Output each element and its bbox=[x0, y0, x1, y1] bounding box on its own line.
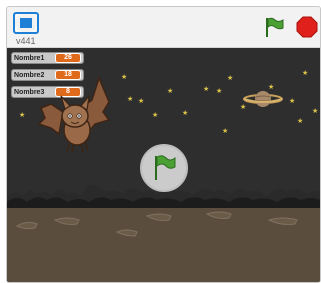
star: ★ bbox=[138, 98, 145, 105]
green-flag-button[interactable] bbox=[263, 16, 285, 38]
star: ★ bbox=[182, 110, 189, 117]
green-flag-icon bbox=[266, 17, 284, 37]
star: ★ bbox=[203, 86, 210, 93]
star: ★ bbox=[227, 75, 234, 82]
stage[interactable]: ★ ★ ★ ★ ★ ★ ★ ★ ★ ★ ★ ★ ★ ★ ★ ★ ★ Nombre… bbox=[7, 48, 320, 282]
star: ★ bbox=[167, 88, 174, 95]
star: ★ bbox=[152, 112, 159, 119]
star: ★ bbox=[289, 98, 296, 105]
star: ★ bbox=[127, 96, 134, 103]
player-toolbar: v441 bbox=[7, 7, 320, 48]
version-label: v441 bbox=[16, 36, 36, 46]
green-flag-start-button[interactable] bbox=[140, 144, 188, 192]
stop-icon bbox=[296, 16, 318, 38]
fullscreen-icon[interactable] bbox=[13, 12, 39, 34]
variable-name: Nombre1 bbox=[14, 54, 45, 62]
star: ★ bbox=[302, 70, 309, 77]
ground-craters bbox=[15, 211, 298, 237]
bat-sprite[interactable] bbox=[37, 72, 117, 162]
variable-value: 26 bbox=[55, 53, 81, 63]
green-flag-icon bbox=[155, 155, 176, 180]
star: ★ bbox=[19, 112, 26, 119]
star: ★ bbox=[297, 118, 304, 125]
stop-button[interactable] bbox=[296, 16, 318, 38]
star: ★ bbox=[216, 88, 223, 95]
star: ★ bbox=[222, 128, 229, 135]
star: ★ bbox=[121, 74, 128, 81]
project-player: v441 ★ ★ ★ ★ ★ ★ ★ ★ ★ ★ ★ ★ ★ ★ ★ ★ ★ N… bbox=[6, 6, 321, 283]
variable-monitor[interactable]: Nombre1 26 bbox=[11, 52, 84, 64]
planet-sprite[interactable] bbox=[242, 88, 284, 110]
star: ★ bbox=[312, 108, 319, 115]
